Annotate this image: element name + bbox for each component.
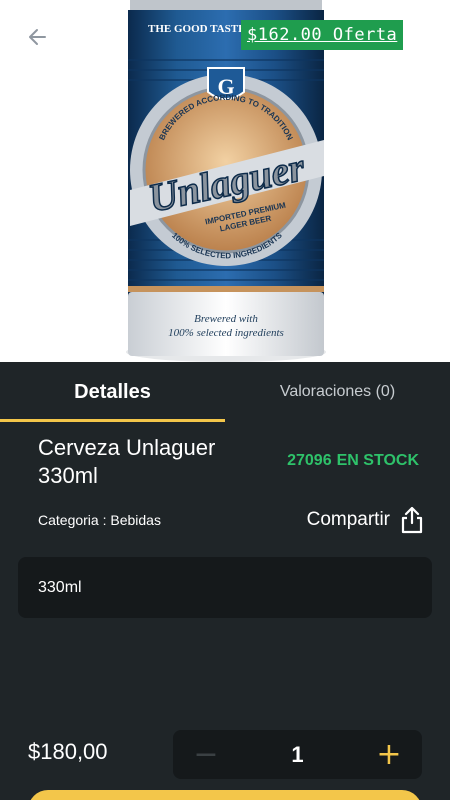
can-foot-1: Brewered with <box>194 313 258 325</box>
back-button[interactable] <box>20 20 54 54</box>
can-top-text: THE GOOD TASTE <box>148 23 245 35</box>
share-button[interactable]: Compartir <box>307 506 424 534</box>
tab-label: Detalles <box>74 380 151 403</box>
tab-detalles[interactable]: Detalles <box>0 362 225 422</box>
variant-selector[interactable]: 330ml <box>18 557 432 618</box>
tab-label: Valoraciones (0) <box>279 383 396 400</box>
share-label: Compartir <box>306 509 390 530</box>
product-image: THE GOOD TASTE G BREWERED ACCORDING TO T… <box>120 0 332 362</box>
can-foot-2: 100% selected ingredients <box>168 327 284 339</box>
product-image-area: THE GOOD TASTE G BREWERED ACCORDING TO T… <box>0 0 450 362</box>
product-price: $180,00 <box>28 739 108 764</box>
stock-label: EN STOCK <box>336 452 419 469</box>
decrease-quantity-button[interactable]: − <box>191 739 221 770</box>
variant-value: 330ml <box>38 578 82 596</box>
tab-bar: Detalles Valoraciones (0) <box>0 362 450 422</box>
product-category: Categoria : Bebidas <box>38 512 161 528</box>
offer-badge[interactable]: $162.00 Oferta <box>241 20 404 50</box>
stock-count: 27096 <box>287 452 332 469</box>
increase-quantity-button[interactable]: + <box>374 739 404 770</box>
add-to-cart-button[interactable] <box>28 790 422 800</box>
product-title: Cerveza Unlaguer 330ml <box>38 435 216 488</box>
tab-valoraciones[interactable]: Valoraciones (0) <box>225 362 450 422</box>
stock-status: 27096 EN STOCK <box>287 452 424 470</box>
quantity-stepper: − 1 + <box>173 730 422 779</box>
arrow-left-icon <box>29 29 46 45</box>
quantity-value: 1 <box>291 741 304 767</box>
share-icon <box>401 506 423 534</box>
